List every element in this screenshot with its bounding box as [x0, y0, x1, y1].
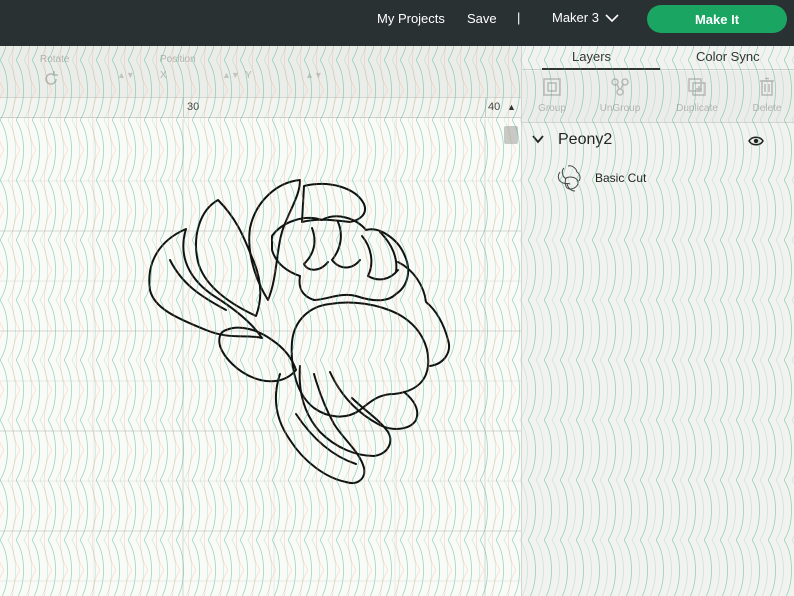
ungroup-label: UnGroup [599, 103, 641, 114]
tab-color-sync[interactable]: Color Sync [696, 49, 760, 64]
edit-toolbar: Rotate ▲▼ Position X ▲▼ Y ▲▼ [0, 46, 521, 98]
layer-item[interactable]: Basic Cut [550, 162, 790, 196]
top-header: My Projects Save | Maker 3 Make It [0, 0, 794, 46]
group-icon [543, 78, 561, 96]
header-separator: | [517, 10, 521, 25]
eye-icon[interactable] [748, 135, 764, 147]
layer-thumbnail [557, 165, 581, 192]
group-button[interactable]: Group [522, 77, 582, 114]
chevron-down-icon[interactable] [532, 134, 544, 144]
layer-actions: Group UnGroup Duplicate Delete [522, 71, 794, 123]
design-canvas[interactable]: 30 40 ▲ [0, 98, 521, 596]
rotate-icon[interactable] [42, 70, 60, 88]
duplicate-icon [688, 78, 706, 96]
peony-drawing[interactable] [0, 98, 521, 596]
duplicate-button[interactable]: Duplicate [667, 77, 727, 114]
machine-name: Maker 3 [552, 10, 599, 25]
active-tab-indicator [542, 68, 660, 70]
layer-group-row[interactable]: Peony2 [522, 128, 794, 154]
position-x-label: X [160, 70, 167, 81]
machine-selector[interactable]: Maker 3 [552, 10, 619, 25]
layer-name: Basic Cut [595, 171, 647, 185]
ungroup-icon [611, 78, 629, 96]
panel-tabs: Layers Color Sync [522, 46, 794, 70]
ungroup-button[interactable]: UnGroup [590, 77, 650, 114]
delete-icon [760, 77, 774, 96]
rotate-label: Rotate [40, 54, 70, 65]
tab-layers[interactable]: Layers [572, 49, 611, 64]
position-label: Position [160, 54, 196, 65]
chevron-down-icon [605, 13, 619, 22]
save-link[interactable]: Save [467, 11, 497, 27]
my-projects-link[interactable]: My Projects [377, 11, 445, 27]
delete-label: Delete [752, 103, 782, 114]
delete-button[interactable]: Delete [737, 77, 794, 114]
duplicate-label: Duplicate [676, 103, 718, 114]
position-y-stepper[interactable]: ▲▼ [305, 70, 323, 80]
group-name: Peony2 [558, 131, 613, 148]
layers-panel: Layers Color Sync Group UnGroup Duplicat… [521, 46, 794, 596]
position-y-label: Y [245, 70, 252, 81]
group-label: Group [538, 103, 566, 114]
position-x-stepper[interactable]: ▲▼ [222, 70, 240, 80]
rotate-stepper[interactable]: ▲▼ [117, 70, 135, 80]
make-it-button[interactable]: Make It [647, 5, 787, 33]
